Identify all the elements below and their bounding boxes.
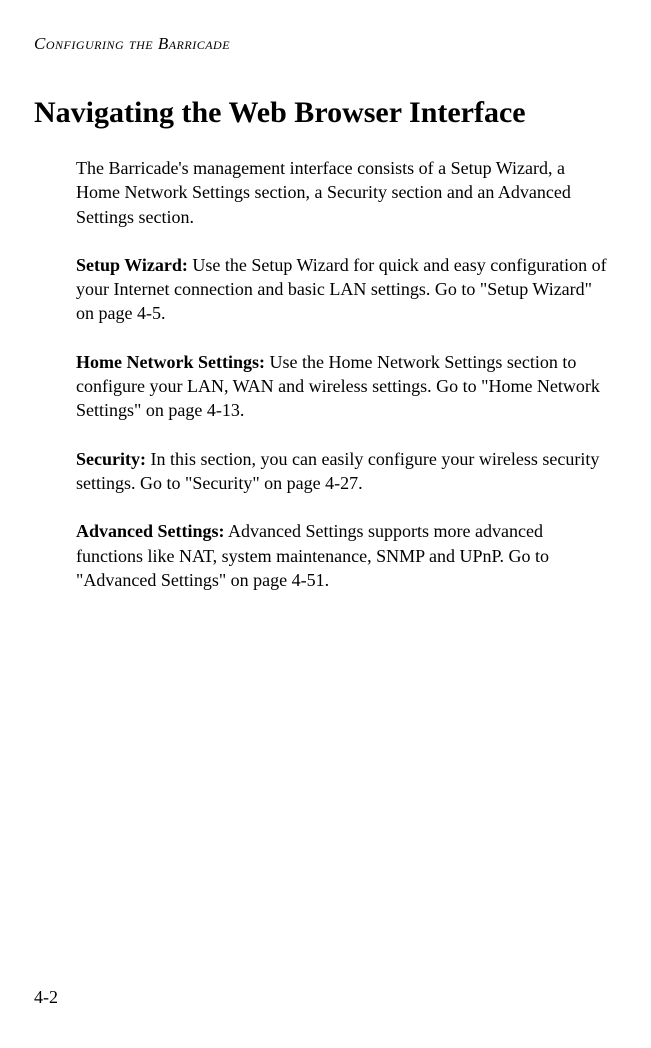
body-content: The Barricade's management interface con… <box>34 156 617 592</box>
running-header: Configuring the Barricade <box>34 34 617 54</box>
section-title-security: Security: <box>76 449 146 469</box>
section-home-network: Home Network Settings: Use the Home Netw… <box>76 350 609 423</box>
section-setup-wizard: Setup Wizard: Use the Setup Wizard for q… <box>76 253 609 326</box>
page-number: 4-2 <box>34 987 58 1008</box>
section-security: Security: In this section, you can easil… <box>76 447 609 496</box>
page-title: Navigating the Web Browser Interface <box>34 96 617 130</box>
intro-paragraph: The Barricade's management interface con… <box>76 156 609 229</box>
section-title-home-network: Home Network Settings: <box>76 352 265 372</box>
section-text-security: In this section, you can easily configur… <box>76 449 599 493</box>
section-title-setup-wizard: Setup Wizard: <box>76 255 188 275</box>
section-advanced: Advanced Settings: Advanced Settings sup… <box>76 519 609 592</box>
section-title-advanced: Advanced Settings: <box>76 521 225 541</box>
